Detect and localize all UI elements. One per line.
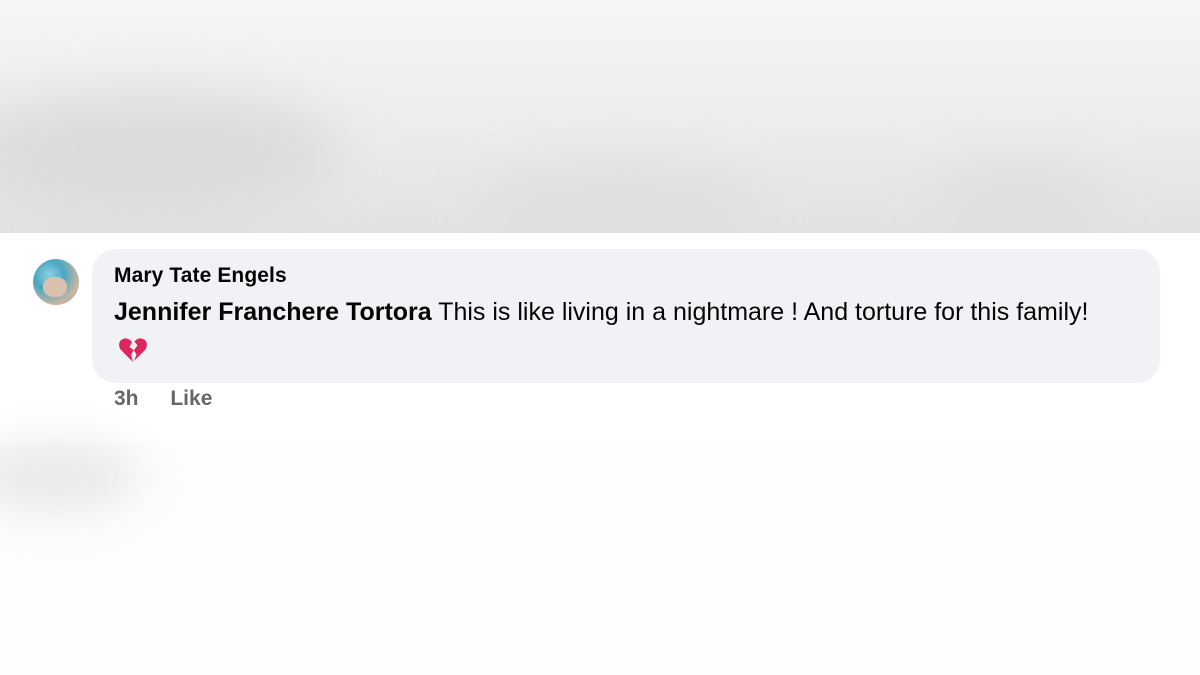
blur-blob: [480, 170, 760, 230]
like-button[interactable]: Like: [170, 387, 212, 411]
blur-blob: [0, 90, 340, 210]
comment-message: This is like living in a nightmare ! And…: [431, 298, 1089, 326]
comment-actions: 3h Like: [114, 387, 212, 411]
blur-blob: [930, 165, 1110, 225]
comment-panel: Mary Tate Engels Jennifer Franchere Tort…: [0, 233, 1200, 442]
blur-shadow: [0, 442, 140, 512]
avatar-face: [43, 277, 67, 297]
comment-author[interactable]: Mary Tate Engels: [114, 263, 1138, 289]
comment-timestamp[interactable]: 3h: [114, 387, 139, 411]
comment-bubble: Mary Tate Engels Jennifer Franchere Tort…: [92, 249, 1160, 383]
broken-heart-icon: [118, 337, 148, 363]
comment-text: Jennifer Franchere Tortora This is like …: [114, 293, 1124, 369]
avatar[interactable]: [33, 259, 79, 305]
mention-link[interactable]: Jennifer Franchere Tortora: [114, 298, 432, 326]
blurred-background: [0, 0, 1200, 233]
